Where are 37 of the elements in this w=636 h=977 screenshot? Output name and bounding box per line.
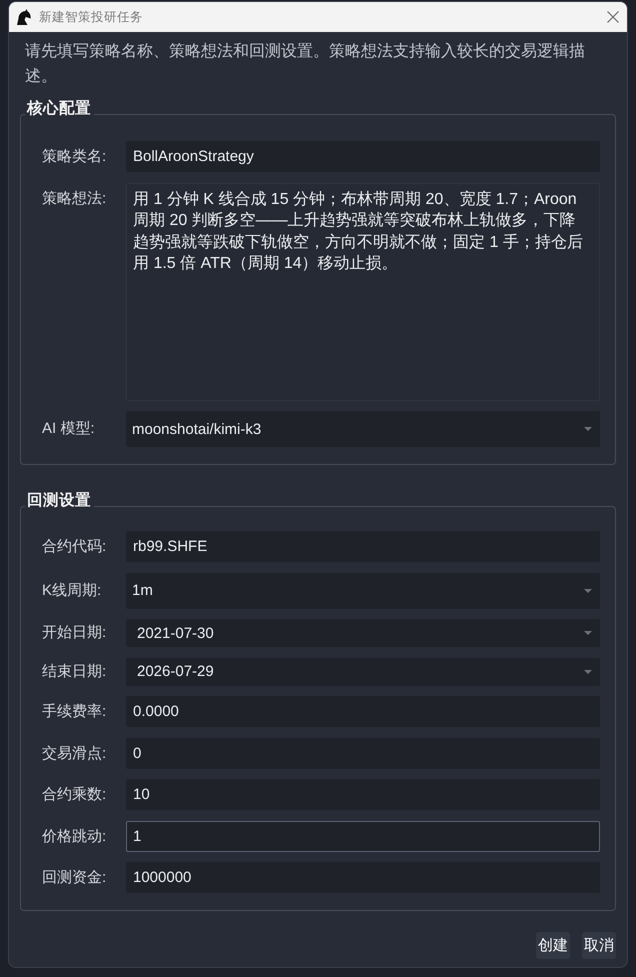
horse-logo-icon: [15, 9, 31, 25]
text-area[interactable]: 用 1 分钟 K 线合成 15 分钟；布林带周期 20、宽度 1.7；Aroon 周期 20 判断多空——上升趋势强就等突破布林上轨做多，下降趋势强就等跌破下轨做空，方向不明就不做；固定 1 手；持仓后用 1.5 倍 ATR（周期 14）移动止损。: [126, 182, 600, 400]
window-title: 新建智策投研任务: [39, 8, 144, 26]
close-button[interactable]: [606, 10, 619, 24]
description-text: 请先填写策略名称、策略想法和回测设置。策略想法支持输入较长的交易逻辑描述。: [24, 42, 586, 87]
field-label: 回测资金:: [42, 868, 108, 888]
close-icon: [606, 11, 618, 23]
text-field[interactable]: rb99.SHFE: [126, 531, 600, 562]
text-field[interactable]: 0.0000: [126, 696, 600, 727]
field-label: 结束日期:: [42, 662, 108, 682]
group-title: 回测设置: [26, 491, 92, 511]
text-field[interactable]: BollAroonStrategy: [126, 141, 600, 172]
field-label: AI 模型:: [42, 419, 96, 439]
date-picker[interactable]: 2021-07-30: [126, 619, 600, 647]
text-field[interactable]: 1000000: [126, 862, 600, 893]
field-label: 交易滑点:: [42, 744, 108, 764]
dropdown[interactable]: 1m: [126, 572, 600, 608]
field-label: 策略想法:: [42, 188, 108, 208]
text-field[interactable]: 10: [126, 779, 600, 810]
field-label: 合约代码:: [42, 537, 108, 557]
text-field[interactable]: 1: [126, 820, 600, 852]
caret-icon: [584, 631, 592, 635]
caret-icon: [584, 427, 592, 431]
caret-icon: [584, 670, 592, 674]
dropdown[interactable]: moonshotai/kimi-k3: [126, 411, 600, 447]
dialog-button[interactable]: 创建: [536, 932, 570, 959]
group-title: 核心配置: [26, 99, 92, 119]
date-picker[interactable]: 2026-07-29: [126, 658, 600, 686]
field-label: 合约乘数:: [42, 785, 108, 805]
field-label: K线周期:: [42, 580, 102, 600]
text-field[interactable]: 0: [126, 738, 600, 768]
field-label: 手续费率:: [42, 702, 108, 722]
field-label: 开始日期:: [42, 623, 108, 643]
field-label: 策略类名:: [42, 147, 108, 167]
field-label: 价格跳动:: [42, 826, 108, 846]
dialog-button[interactable]: 取消: [582, 932, 616, 959]
caret-icon: [584, 588, 592, 592]
